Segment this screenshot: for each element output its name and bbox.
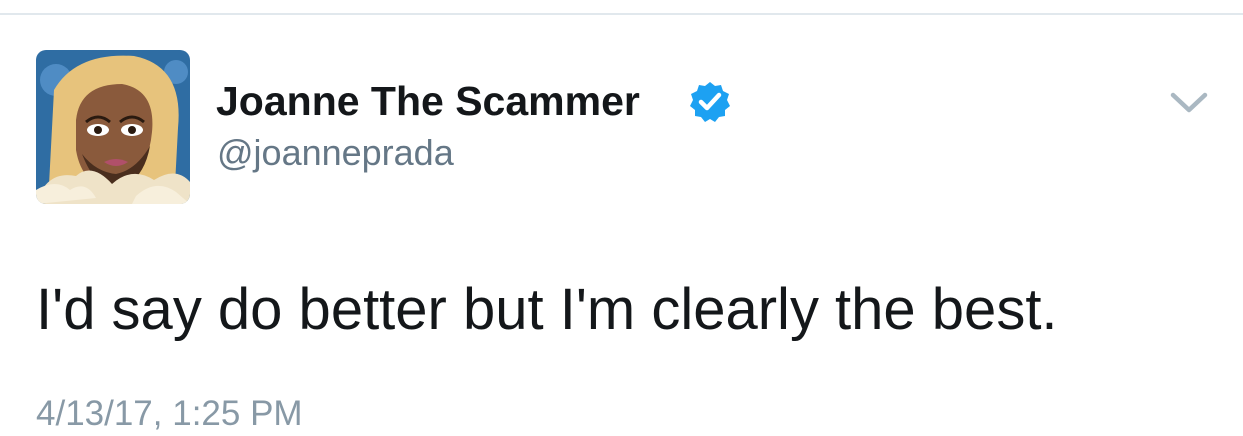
avatar-image — [36, 50, 190, 204]
avatar[interactable] — [36, 50, 190, 204]
chevron-down-icon[interactable] — [1168, 87, 1210, 117]
top-divider — [0, 13, 1243, 15]
verified-badge-icon — [688, 80, 732, 124]
tweet-timestamp[interactable]: 4/13/17, 1:25 PM — [36, 392, 303, 436]
tweet-text: I'd say do better but I'm clearly the be… — [36, 277, 1058, 342]
user-handle[interactable]: @joanneprada — [217, 131, 454, 175]
display-name[interactable]: Joanne The Scammer — [216, 76, 640, 126]
